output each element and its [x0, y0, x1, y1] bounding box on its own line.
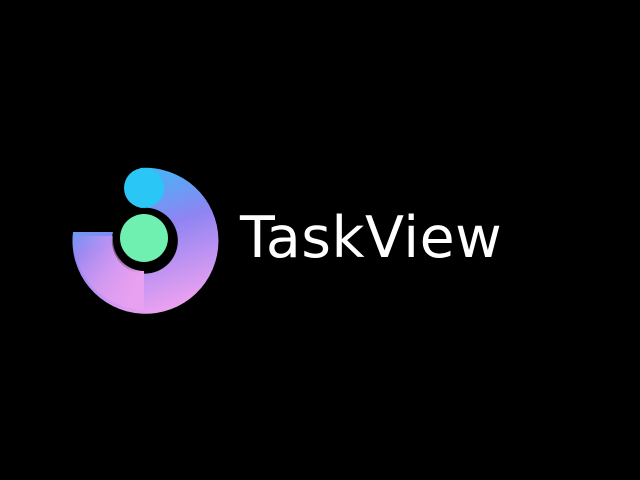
- splash-screen: TaskView: [0, 0, 640, 480]
- app-name-wordmark: TaskView: [240, 205, 503, 271]
- taskview-logo-icon: [64, 160, 224, 320]
